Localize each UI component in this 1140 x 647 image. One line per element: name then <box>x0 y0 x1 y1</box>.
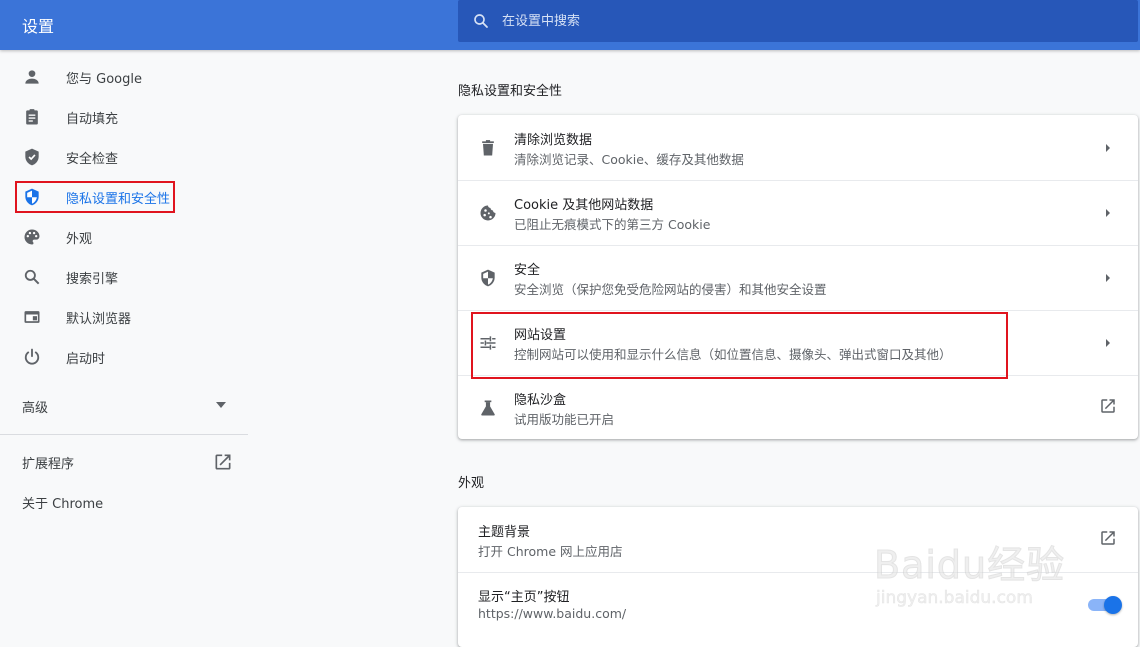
open-in-new-icon <box>1101 399 1115 413</box>
row-cookies[interactable]: Cookie 及其他网站数据 已阻止无痕模式下的第三方 Cookie <box>458 180 1138 245</box>
shield-privacy-icon <box>25 188 39 206</box>
sidebar-item-label: 启动时 <box>66 352 106 367</box>
row-title: 安全 <box>514 263 541 278</box>
sidebar-item-default-browser[interactable]: 默认浏览器 <box>0 297 248 337</box>
about-chrome-link[interactable]: 关于 Chrome <box>0 482 248 522</box>
top-bar: 设置 <box>0 0 1140 50</box>
extensions-label: 扩展程序 <box>22 457 75 472</box>
search-icon <box>24 269 40 285</box>
flask-icon <box>481 400 495 416</box>
browser-icon <box>24 311 40 323</box>
power-icon <box>24 348 40 365</box>
palette-icon <box>24 229 40 245</box>
page-title: 设置 <box>22 17 55 36</box>
appearance-card: 主题背景 打开 Chrome 网上应用店 显示“主页”按钮 https://ww… <box>458 507 1138 647</box>
sidebar-item-appearance[interactable]: 外观 <box>0 217 248 257</box>
row-title: 清除浏览数据 <box>514 133 593 148</box>
sidebar-item-label: 您与 Google <box>66 72 142 87</box>
row-subtitle: https://www.baidu.com/ <box>478 606 627 621</box>
sidebar-item-label: 搜索引擎 <box>66 272 119 287</box>
row-title: 网站设置 <box>514 328 567 343</box>
section-title-privacy: 隐私设置和安全性 <box>458 84 563 99</box>
chevron-right-icon <box>1106 274 1110 282</box>
row-title: 隐私沙盒 <box>514 393 567 408</box>
open-in-new-icon <box>215 454 231 470</box>
row-theme[interactable]: 主题背景 打开 Chrome 网上应用店 <box>458 507 1138 572</box>
sidebar-item-label: 安全检查 <box>66 152 119 167</box>
row-subtitle: 打开 Chrome 网上应用店 <box>478 544 623 559</box>
row-security[interactable]: 安全 安全浏览（保护您免受危险网站的侵害）和其他安全设置 <box>458 245 1138 310</box>
row-site-settings[interactable]: 网站设置 控制网站可以使用和显示什么信息（如位置信息、摄像头、弹出式窗口及其他） <box>458 310 1138 375</box>
security-shield-icon <box>481 269 495 287</box>
row-subtitle: 清除浏览记录、Cookie、缓存及其他数据 <box>514 152 744 167</box>
toggle-knob <box>1104 596 1122 614</box>
row-title: 显示“主页”按钮 <box>478 590 570 605</box>
chevron-right-icon <box>1106 339 1110 347</box>
chevron-right-icon <box>1106 209 1110 217</box>
about-label: 关于 Chrome <box>22 497 104 512</box>
row-title: 主题背景 <box>478 525 531 540</box>
search-icon <box>474 14 488 28</box>
sidebar: 您与 Google 自动填充 安全检查 隐私设置和安全性 外观 搜索引擎 默认浏… <box>0 50 250 640</box>
person-icon <box>25 70 39 84</box>
clipboard-icon <box>26 109 38 125</box>
sidebar-item-privacy-security[interactable]: 隐私设置和安全性 <box>0 177 248 217</box>
sidebar-item-on-startup[interactable]: 启动时 <box>0 337 248 377</box>
sidebar-item-you-and-google[interactable]: 您与 Google <box>0 57 248 97</box>
section-title-appearance: 外观 <box>458 476 485 491</box>
search-box[interactable] <box>458 0 1138 42</box>
chevron-right-icon <box>1106 144 1110 152</box>
sidebar-item-label: 自动填充 <box>66 112 119 127</box>
row-subtitle: 已阻止无痕模式下的第三方 Cookie <box>514 217 711 232</box>
sidebar-item-autofill[interactable]: 自动填充 <box>0 97 248 137</box>
row-show-home-button[interactable]: 显示“主页”按钮 https://www.baidu.com/ <box>458 572 1138 637</box>
tune-icon <box>480 336 496 350</box>
caret-down-icon <box>216 402 226 408</box>
privacy-card: 清除浏览数据 清除浏览记录、Cookie、缓存及其他数据 Cookie 及其他网… <box>458 115 1138 439</box>
row-subtitle: 安全浏览（保护您免受危险网站的侵害）和其他安全设置 <box>514 282 827 297</box>
sidebar-item-safety-check[interactable]: 安全检查 <box>0 137 248 177</box>
row-subtitle: 试用版功能已开启 <box>514 412 615 427</box>
sidebar-item-label: 隐私设置和安全性 <box>66 192 171 207</box>
shield-check-icon <box>25 148 39 166</box>
advanced-toggle[interactable]: 高级 <box>0 385 248 425</box>
extensions-link[interactable]: 扩展程序 <box>0 442 248 482</box>
row-subtitle: 控制网站可以使用和显示什么信息（如位置信息、摄像头、弹出式窗口及其他） <box>514 347 952 362</box>
advanced-label: 高级 <box>22 401 49 416</box>
sidebar-item-search-engine[interactable]: 搜索引擎 <box>0 257 248 297</box>
trash-icon <box>482 140 494 156</box>
cookie-icon <box>480 205 496 221</box>
row-clear-browsing-data[interactable]: 清除浏览数据 清除浏览记录、Cookie、缓存及其他数据 <box>458 115 1138 180</box>
row-privacy-sandbox[interactable]: 隐私沙盒 试用版功能已开启 <box>458 375 1138 440</box>
home-button-toggle[interactable] <box>1088 596 1122 614</box>
open-in-new-icon <box>1101 531 1115 545</box>
sidebar-item-label: 外观 <box>66 232 93 247</box>
row-title: Cookie 及其他网站数据 <box>514 198 654 213</box>
sidebar-divider <box>0 434 248 435</box>
sidebar-item-label: 默认浏览器 <box>66 312 132 327</box>
search-input[interactable] <box>502 11 1102 31</box>
